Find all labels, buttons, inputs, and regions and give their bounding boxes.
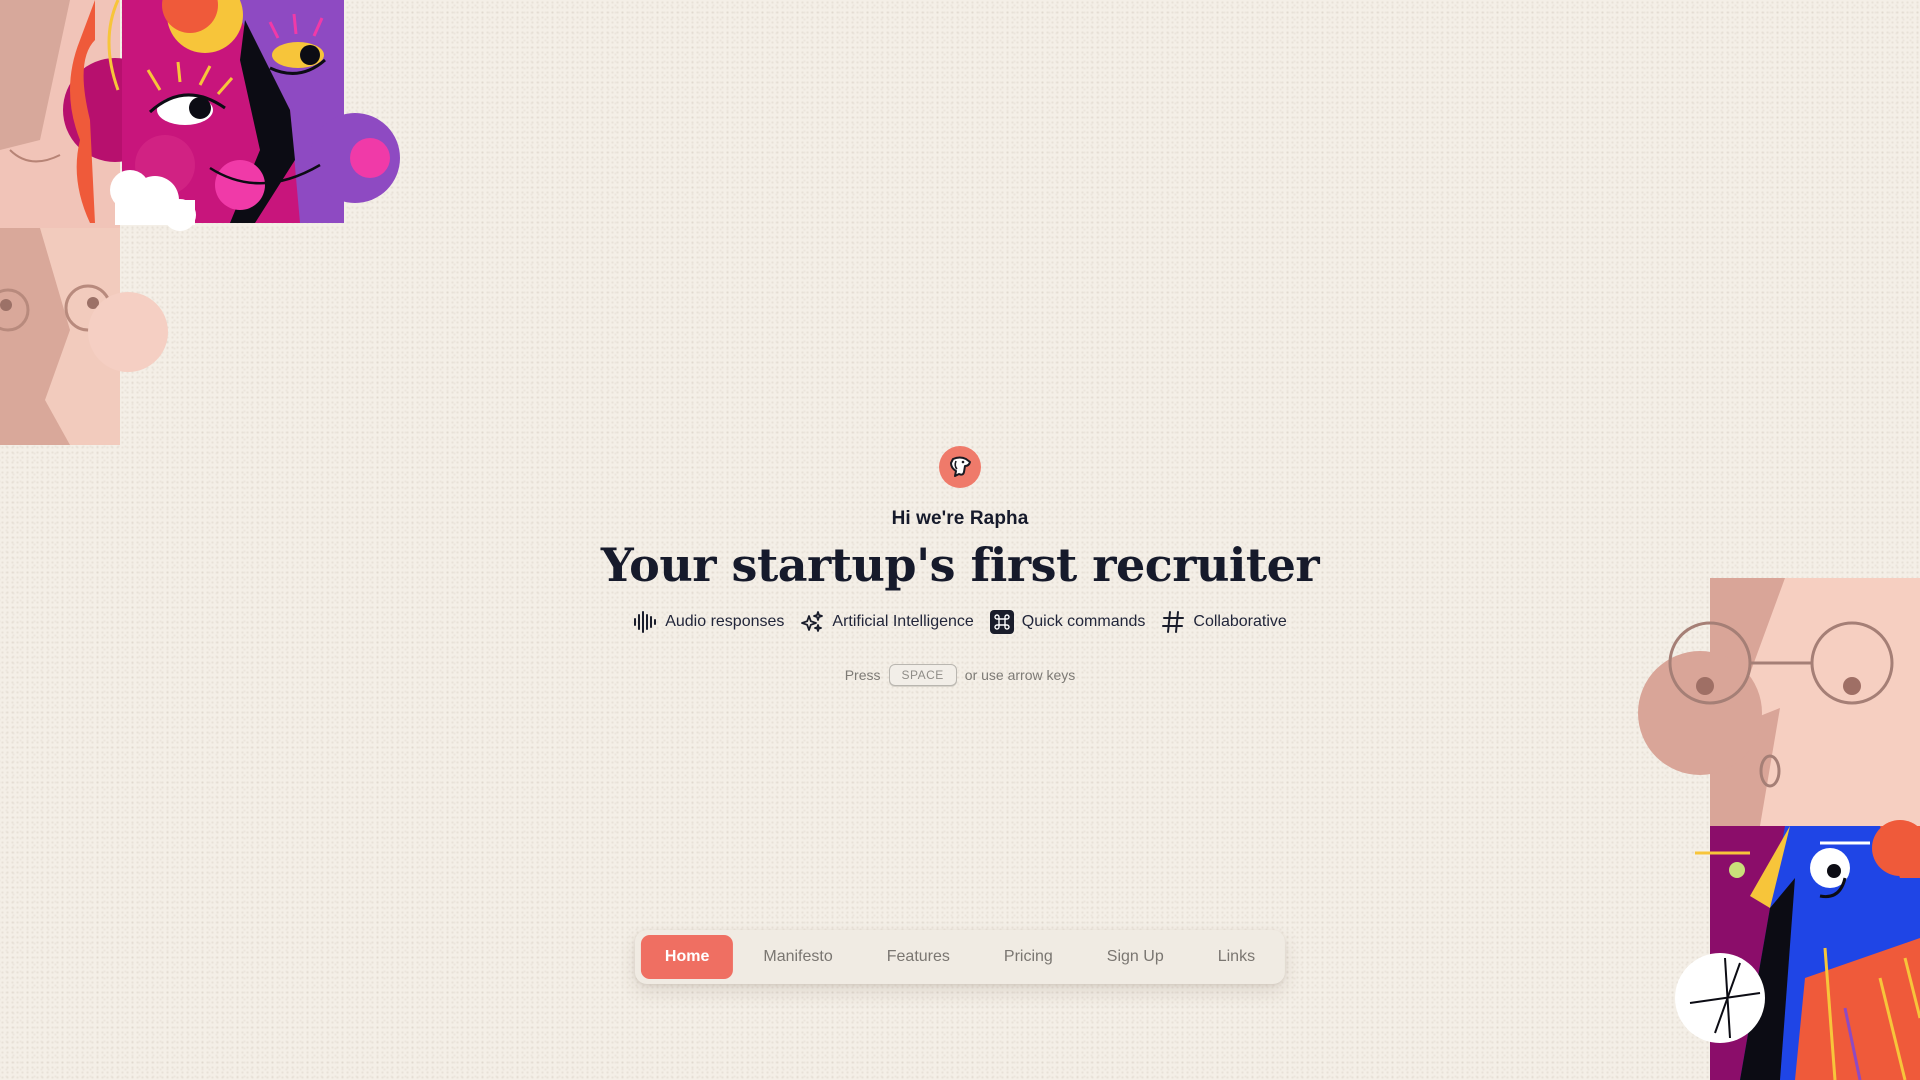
navigation-hint: Press SPACE or use arrow keys xyxy=(844,664,1076,686)
feature-label: Audio responses xyxy=(665,613,785,630)
audio-waveform-icon xyxy=(634,611,657,633)
feature-label: Quick commands xyxy=(1021,613,1146,630)
nav-item-features[interactable]: Features xyxy=(863,935,974,979)
feature-label: Artificial Intelligence xyxy=(832,613,974,630)
feature-quick-commands: Quick commands xyxy=(989,610,1146,634)
hash-icon xyxy=(1162,611,1185,633)
nav-item-home[interactable]: Home xyxy=(640,935,734,979)
space-key-badge: SPACE xyxy=(888,664,957,686)
nav-item-links[interactable]: Links xyxy=(1194,935,1279,979)
hero-section: Hi we're Rapha Your startup's first recr… xyxy=(0,446,1920,686)
nav-item-manifesto[interactable]: Manifesto xyxy=(739,935,856,979)
dog-head-icon xyxy=(950,456,971,477)
nav-item-sign-up[interactable]: Sign Up xyxy=(1083,935,1188,979)
page-title: Your startup's first recruiter xyxy=(600,538,1320,592)
bottom-nav: Home Manifesto Features Pricing Sign Up … xyxy=(634,930,1286,984)
sparkles-icon xyxy=(801,611,824,632)
feature-audio-responses: Audio responses xyxy=(633,611,784,633)
feature-label: Collaborative xyxy=(1193,613,1287,630)
feature-collaborative: Collaborative xyxy=(1161,610,1287,634)
command-key-icon xyxy=(989,610,1014,634)
greeting-text: Hi we're Rapha xyxy=(891,508,1029,529)
rapha-logo[interactable] xyxy=(939,446,981,488)
hint-suffix: or use arrow keys xyxy=(964,667,1076,683)
feature-artificial-intelligence: Artificial Intelligence xyxy=(800,610,974,634)
feature-list: Audio responses Artificial Intelligence … xyxy=(633,610,1287,634)
illustration-faces-top-left xyxy=(0,0,400,445)
nav-item-pricing[interactable]: Pricing xyxy=(980,935,1077,979)
hint-prefix: Press xyxy=(844,667,881,683)
